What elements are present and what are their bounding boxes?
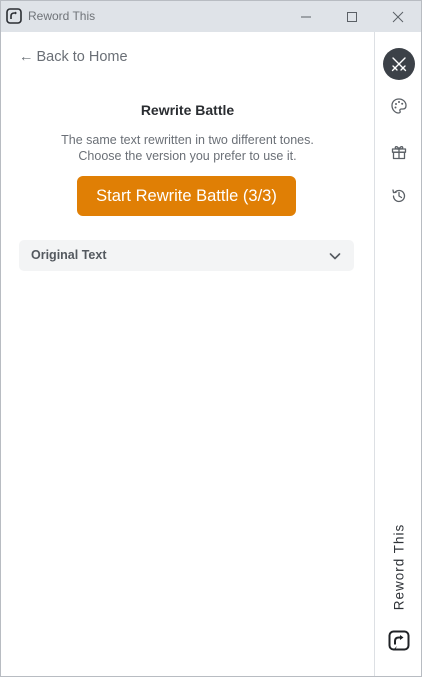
main-content: ← Back to Home Rewrite Battle The same te… [1, 32, 374, 676]
rail-item-history[interactable] [383, 180, 415, 212]
minimize-icon [301, 16, 311, 17]
palette-icon [391, 98, 407, 114]
minimize-button[interactable] [283, 1, 329, 32]
close-button[interactable] [375, 1, 421, 32]
description-line-2: Choose the version you prefer to use it. [78, 149, 297, 163]
back-link-label: Back to Home [36, 49, 128, 65]
description-line-1: The same text rewritten in two different… [61, 133, 314, 147]
original-text-accordion[interactable]: Original Text [19, 240, 354, 271]
swords-icon [391, 57, 407, 72]
maximize-button[interactable] [329, 1, 375, 32]
close-icon [392, 11, 404, 22]
start-rewrite-battle-button[interactable]: Start Rewrite Battle (3/3) [77, 176, 296, 216]
chevron-down-icon [329, 253, 341, 260]
window-title: Reword This [28, 9, 96, 23]
app-logo-icon [6, 8, 22, 24]
page-title: Rewrite Battle [140, 102, 235, 118]
page-description: The same text rewritten in two different… [1, 132, 374, 164]
rail-brand: Reword This [375, 502, 421, 632]
history-icon [392, 189, 406, 203]
rail-item-rewrite-battle[interactable] [383, 48, 415, 80]
maximize-icon [347, 11, 357, 22]
title-bar[interactable]: Reword This [1, 1, 421, 32]
app-window: Reword This ← Back to Home Rewrite Battle… [0, 0, 422, 677]
back-to-home-link[interactable]: ← Back to Home [19, 49, 128, 65]
side-rail: Reword This [374, 32, 421, 676]
gift-icon [391, 146, 407, 160]
rail-item-rewards[interactable] [383, 136, 415, 168]
accordion-label: Original Text [31, 248, 107, 262]
rail-brand-text: Reword This [391, 523, 407, 611]
back-arrow-icon: ← [19, 49, 34, 65]
rail-logo-icon[interactable] [388, 630, 410, 652]
rail-item-tones[interactable] [383, 90, 415, 122]
